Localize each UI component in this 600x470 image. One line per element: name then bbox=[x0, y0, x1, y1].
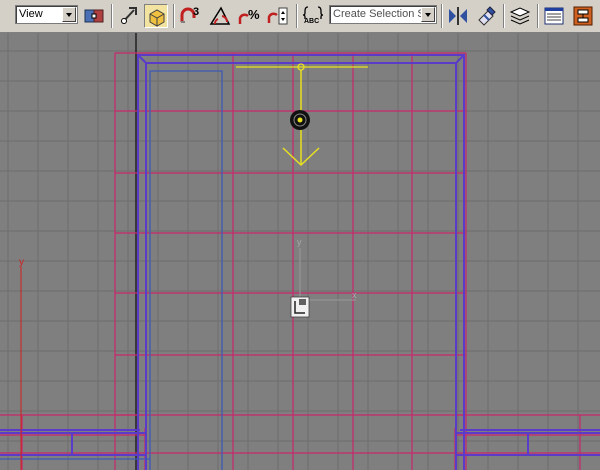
align-button[interactable] bbox=[474, 4, 498, 28]
snaps-toggle-button[interactable]: 3 bbox=[178, 4, 202, 28]
reference-coordinate-dropdown[interactable]: View bbox=[15, 5, 78, 24]
left-axis-tripod: y bbox=[19, 257, 24, 470]
edit-named-selection-sets-button[interactable]: ABC bbox=[301, 4, 325, 28]
center-y-axis-label: y bbox=[297, 237, 302, 247]
percent-snap-toggle-button[interactable]: % bbox=[237, 4, 261, 28]
mirror-button[interactable] bbox=[446, 4, 470, 28]
keyboard-override-icon bbox=[149, 9, 165, 27]
viewport-canvas[interactable]: y y x bbox=[0, 33, 600, 470]
reference-coordinate-value: View bbox=[19, 8, 43, 20]
select-and-manipulate-button[interactable] bbox=[117, 4, 141, 28]
toolbar-separator bbox=[537, 4, 539, 28]
abc-label: ABC bbox=[304, 18, 320, 25]
keyboard-shortcut-override-button[interactable] bbox=[144, 4, 168, 28]
use-pivot-center-button[interactable] bbox=[82, 4, 106, 28]
toolbar-separator bbox=[441, 4, 443, 28]
chevron-down-icon[interactable] bbox=[62, 7, 76, 22]
mirror-icon bbox=[449, 7, 467, 25]
spinner-snap-toggle-button[interactable] bbox=[266, 4, 290, 28]
toolbar-separator bbox=[296, 4, 298, 28]
angle-snap-toggle-button[interactable] bbox=[208, 4, 232, 28]
align-icon bbox=[478, 6, 496, 26]
pivot-helper-icon[interactable] bbox=[290, 296, 310, 318]
toolbar-separator bbox=[111, 4, 113, 28]
light-gizmo[interactable] bbox=[236, 63, 368, 167]
toolbar-separator bbox=[173, 4, 175, 28]
toolbar-separator bbox=[503, 4, 505, 28]
layer-manager-button[interactable] bbox=[508, 4, 532, 28]
center-x-axis-label: x bbox=[352, 290, 357, 300]
curve-editor-button[interactable] bbox=[542, 4, 566, 28]
curve-editor-icon bbox=[544, 7, 564, 25]
main-toolbar: View 3 % ABC Create Selection Set bbox=[0, 0, 600, 33]
chevron-down-icon[interactable] bbox=[421, 7, 435, 22]
inner-panel-wireframe bbox=[0, 70, 223, 470]
named-selection-set-value: Create Selection Set bbox=[333, 8, 434, 20]
angle-snap-icon bbox=[209, 6, 231, 25]
manipulate-icon bbox=[121, 7, 137, 24]
snap-dimension-label: 3 bbox=[193, 6, 200, 18]
percent-label: % bbox=[248, 7, 260, 22]
left-y-axis-label: y bbox=[19, 257, 24, 268]
named-selection-set-dropdown[interactable]: Create Selection Set bbox=[329, 5, 437, 24]
schematic-view-icon bbox=[573, 6, 593, 26]
spinner-snap-icon bbox=[267, 7, 288, 25]
layers-icon bbox=[509, 7, 531, 25]
front-viewport[interactable]: y y x bbox=[0, 33, 600, 470]
schematic-view-button[interactable] bbox=[571, 4, 595, 28]
pivot-center-icon bbox=[84, 9, 104, 23]
